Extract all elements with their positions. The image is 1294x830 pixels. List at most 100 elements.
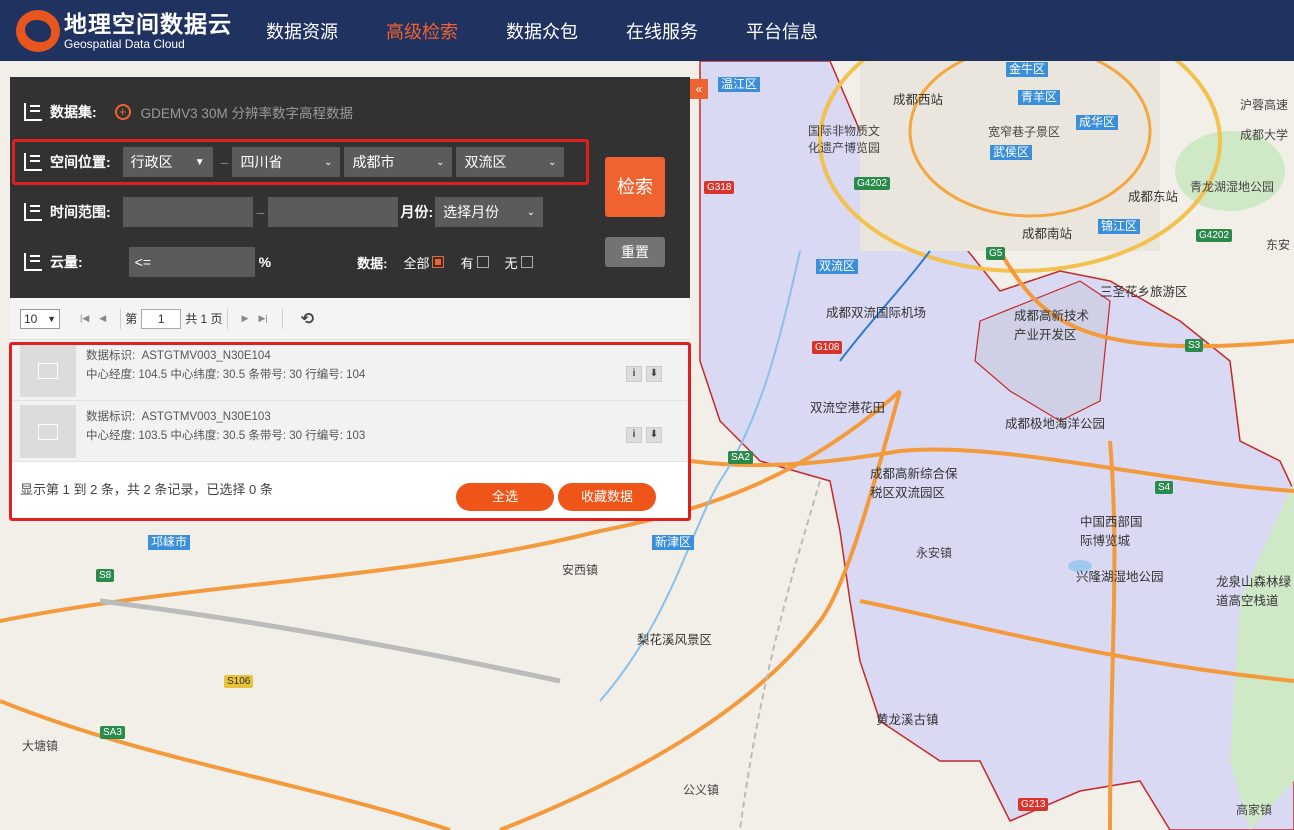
opt-all-checkbox[interactable] [432, 256, 445, 268]
dataset-label: 数据集: [50, 104, 97, 120]
road-s4: S4 [1155, 481, 1174, 494]
map-label-jinjiang: 锦江区 [1098, 219, 1141, 234]
page-total: 共 1 页 [185, 312, 223, 326]
opt-none-checkbox[interactable] [520, 256, 533, 268]
search-button[interactable]: 检索 [605, 157, 665, 217]
next-page-icon[interactable]: ▶ [242, 313, 249, 324]
select-all-button[interactable]: 全选 [456, 483, 554, 511]
map-label-qinglong-lake: 青龙湖湿地公园 [1190, 180, 1275, 194]
map-label-airport: 成都双流国际机场 [826, 306, 927, 320]
map-label-wenjiang: 温江区 [718, 77, 761, 92]
location-type-select[interactable]: 行政区 ▼ [122, 147, 213, 177]
save-data-button[interactable]: 收藏数据 [558, 483, 656, 511]
cloud-unit: % [258, 254, 272, 270]
road-s3: S3 [1185, 339, 1204, 352]
chevron-down-icon: ⌄ [548, 156, 557, 168]
collapse-panel-button[interactable]: « [690, 79, 708, 99]
chevron-down-icon: ⌄ [436, 156, 445, 168]
result-item[interactable]: 数据标识: ASTGTMV003_N30E103 中心经度: 103.5 中心纬… [10, 401, 690, 462]
location-label: 空间位置: [50, 154, 111, 170]
month-select[interactable]: 选择月份 ⌄ [435, 197, 544, 227]
nav-data-crowdsourcing[interactable]: 数据众包 [506, 18, 578, 44]
cloud-icon [24, 253, 42, 271]
info-icon[interactable]: i [626, 427, 642, 443]
map-label-wuhou: 武侯区 [990, 145, 1033, 160]
road-g213: G213 [1018, 798, 1049, 811]
results-panel: 10 ▼ |◀ ◀ 第 1 共 1 页 ▶ ▶| ⟲ 数据标识: ASTGTMV0… [10, 298, 690, 520]
page-size-value: 10 [24, 311, 38, 326]
road-sa3: SA3 [100, 726, 125, 739]
image-placeholder-icon [20, 405, 76, 458]
result-meta: 中心经度: 104.5 中心纬度: 30.5 条带号: 30 行编号: 104 [86, 369, 366, 381]
nav-online-services[interactable]: 在线服务 [626, 18, 698, 44]
prev-page-icon[interactable]: ◀ [99, 313, 106, 324]
map-label-huanglongxi: 黄龙溪古镇 [876, 713, 939, 727]
map-label-longquan: 龙泉山森林绿道高空栈道 [1216, 575, 1292, 608]
page-size-select[interactable]: 10 ▼ [20, 308, 60, 329]
info-icon[interactable]: i [626, 366, 642, 382]
result-id: ASTGTMV003_N30E103 [141, 411, 271, 423]
map-label-chenghua: 成华区 [1076, 115, 1119, 130]
logo-title: 地理空间数据云 [64, 10, 232, 37]
globe-logo-icon [16, 9, 60, 52]
month-value: 选择月份 [443, 204, 500, 220]
download-icon[interactable]: ⬇ [646, 366, 662, 382]
map-label-anxi: 安西镇 [562, 563, 599, 577]
result-id-label: 数据标识: [86, 350, 136, 362]
month-label: 月份: [400, 204, 434, 220]
end-date-input[interactable] [268, 197, 399, 227]
map-label-xinjin: 新津区 [652, 535, 695, 550]
dataset-name[interactable]: GDEMV3 30M 分辨率数字高程数据 [141, 102, 353, 122]
start-date-input[interactable] [122, 197, 253, 227]
page-input[interactable]: 1 [141, 308, 182, 329]
chevron-down-icon: ▼ [47, 313, 56, 324]
opt-none-label[interactable]: 无 [505, 253, 518, 272]
province-select[interactable]: 四川省 ⌄ [232, 147, 341, 177]
image-placeholder-icon [20, 344, 76, 397]
road-g5: G5 [986, 247, 1006, 260]
map-label-hurong: 沪蓉高速 [1240, 98, 1289, 112]
road-g4202: G4202 [854, 177, 891, 190]
nav-data-resources[interactable]: 数据资源 [266, 18, 338, 44]
map-label-bonded-zone: 成都高新综合保税区双流园区 [870, 467, 958, 500]
road-s8: S8 [96, 569, 115, 582]
cloud-operator: <= [134, 254, 152, 270]
road-s106: S106 [224, 675, 254, 688]
map-label-gaojia: 高家镇 [1236, 803, 1273, 817]
nav-platform-info[interactable]: 平台信息 [746, 18, 818, 44]
last-page-icon[interactable]: ▶| [258, 313, 267, 324]
opt-have-label[interactable]: 有 [460, 253, 473, 272]
result-item[interactable]: 数据标识: ASTGTMV003_N30E104 中心经度: 104.5 中心纬… [10, 340, 690, 401]
time-label: 时间范围: [50, 204, 111, 220]
divider [226, 308, 228, 329]
reset-button[interactable]: 重置 [605, 237, 665, 267]
map-label-chengdu-east: 成都东站 [1128, 190, 1179, 204]
province-value: 四川省 [240, 154, 283, 170]
city-value: 成都市 [352, 154, 395, 170]
result-id-label: 数据标识: [86, 411, 136, 423]
cloud-input[interactable]: <= [128, 247, 255, 277]
divider [120, 308, 122, 329]
result-actions: i ⬇ [626, 427, 666, 443]
separator: – [256, 204, 265, 220]
railway [739, 480, 821, 830]
refresh-icon[interactable]: ⟲ [301, 309, 314, 329]
map-label-qionglai: 邛崃市 [148, 535, 191, 550]
district-select[interactable]: 双流区 ⌄ [456, 147, 565, 177]
nav-advanced-search[interactable]: 高级检索 [386, 18, 458, 44]
opt-have-checkbox[interactable] [476, 256, 489, 268]
road-g108: G108 [812, 341, 843, 354]
dataset-icon [24, 103, 42, 121]
opt-all-label[interactable]: 全部 [403, 253, 429, 272]
location-type-value: 行政区 [130, 154, 173, 170]
location-row: 空间位置: 行政区 ▼ – 四川省 ⌄ 成都市 ⌄ 双流区 ⌄ [24, 147, 568, 177]
site-logo[interactable]: 地理空间数据云 Geospatial Data Cloud [16, 9, 236, 52]
cloud-row: 云量: <= % 数据: 全部 有 无 [24, 247, 533, 277]
city-select[interactable]: 成都市 ⌄ [344, 147, 453, 177]
result-id-line: 数据标识: ASTGTMV003_N30E103 [86, 408, 271, 424]
first-page-icon[interactable]: |◀ [80, 313, 89, 324]
download-icon[interactable]: ⬇ [646, 427, 662, 443]
location-pin-icon [24, 153, 42, 171]
add-dataset-icon[interactable]: + [114, 104, 131, 120]
map-label-ocean-park: 成都极地海洋公园 [1005, 417, 1106, 431]
